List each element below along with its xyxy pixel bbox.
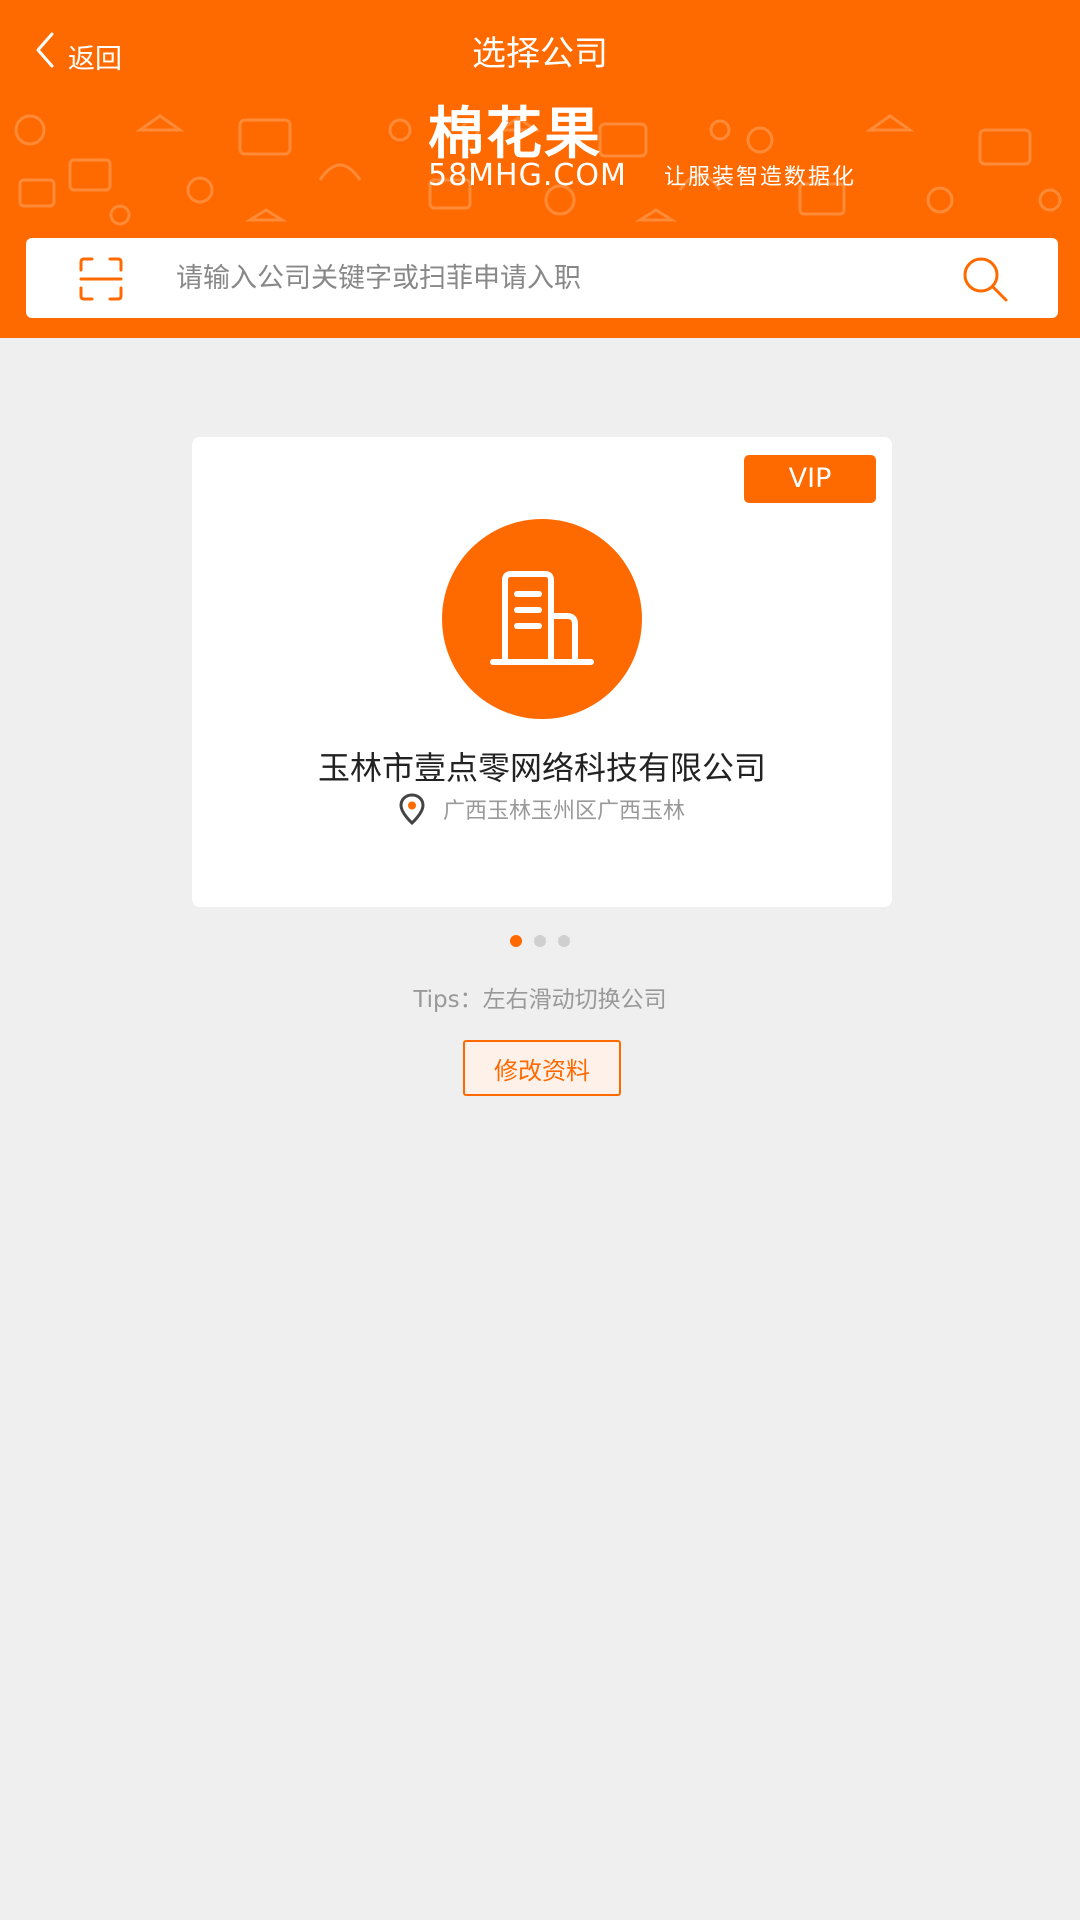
swipe-tips: Tips：左右滑动切换公司 <box>413 987 667 1013</box>
brand-domain: 58MHG.COM <box>428 158 627 193</box>
edit-profile-button[interactable]: 修改资料 <box>463 1040 621 1096</box>
brand-name: 棉花果 <box>428 101 602 167</box>
search-bar <box>26 238 1058 318</box>
header-bar: 返回 选择公司 棉花果 58MHG.COM 让服装智造数据化 <box>0 0 1080 338</box>
brand-logo: 棉花果 58MHG.COM 让服装智造数据化 <box>428 104 928 194</box>
pagination-dot[interactable] <box>534 935 546 947</box>
company-card[interactable]: VIP 玉林市壹点零网络科技有限公司 广西玉林玉州区广西玉林 <box>192 437 892 907</box>
pagination-dot[interactable] <box>558 935 570 947</box>
page-title: 选择公司 <box>472 34 608 74</box>
magnifier-icon[interactable] <box>960 254 1010 304</box>
carousel-pagination <box>0 935 1080 947</box>
pagination-dot[interactable] <box>510 935 522 947</box>
company-logo <box>442 519 642 719</box>
company-address: 广西玉林玉州区广西玉林 <box>442 799 685 824</box>
company-name: 玉林市壹点零网络科技有限公司 <box>317 749 766 787</box>
map-pin-icon <box>399 793 425 825</box>
scan-frame-icon[interactable] <box>78 256 124 302</box>
search-input[interactable] <box>176 248 956 308</box>
brand-slogan: 让服装智造数据化 <box>664 165 857 190</box>
company-address-row: 广西玉林玉州区广西玉林 <box>192 793 892 825</box>
vip-badge: VIP <box>744 455 876 503</box>
building-icon <box>490 571 594 665</box>
